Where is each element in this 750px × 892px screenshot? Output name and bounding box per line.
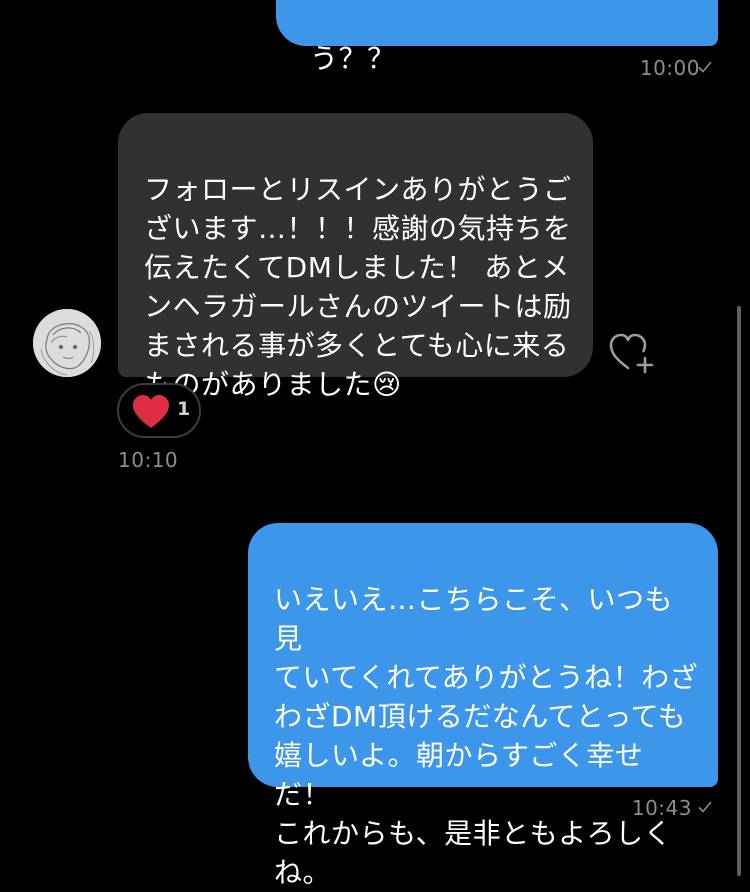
sent-check-icon bbox=[698, 61, 712, 73]
sent-message-bubble-previous[interactable]: う？？ bbox=[276, 0, 718, 75]
message-text: う？？ bbox=[310, 42, 396, 75]
message-text: フォローとリスインありがとうご ざいます…！！！感謝の気持ちを 伝えたくてDMし… bbox=[144, 173, 572, 401]
message-timestamp: 10:10 bbox=[118, 448, 179, 472]
scrollbar[interactable] bbox=[737, 306, 741, 876]
reaction-pill[interactable]: 1 bbox=[117, 383, 201, 438]
received-message-bubble[interactable]: フォローとリスインありがとうご ざいます…！！！感謝の気持ちを 伝えたくてDMし… bbox=[118, 113, 593, 401]
message-timestamp: 10:00 bbox=[639, 56, 700, 80]
message-timestamp: 10:43 bbox=[631, 796, 692, 820]
sent-message-bubble[interactable]: いえいえ…こちらこそ、いつも見 ていてくれてありがとうね！わざ わざDM頂けるだ… bbox=[248, 523, 718, 889]
add-reaction-heart-icon[interactable] bbox=[608, 332, 656, 376]
message-text: いえいえ…こちらこそ、いつも見 ていてくれてありがとうね！わざ わざDM頂けるだ… bbox=[274, 583, 699, 889]
sent-check-icon bbox=[698, 801, 712, 813]
avatar-illustration-icon bbox=[33, 309, 101, 377]
heart-icon bbox=[133, 395, 169, 428]
reaction-count: 1 bbox=[177, 398, 191, 420]
avatar[interactable] bbox=[33, 309, 101, 377]
